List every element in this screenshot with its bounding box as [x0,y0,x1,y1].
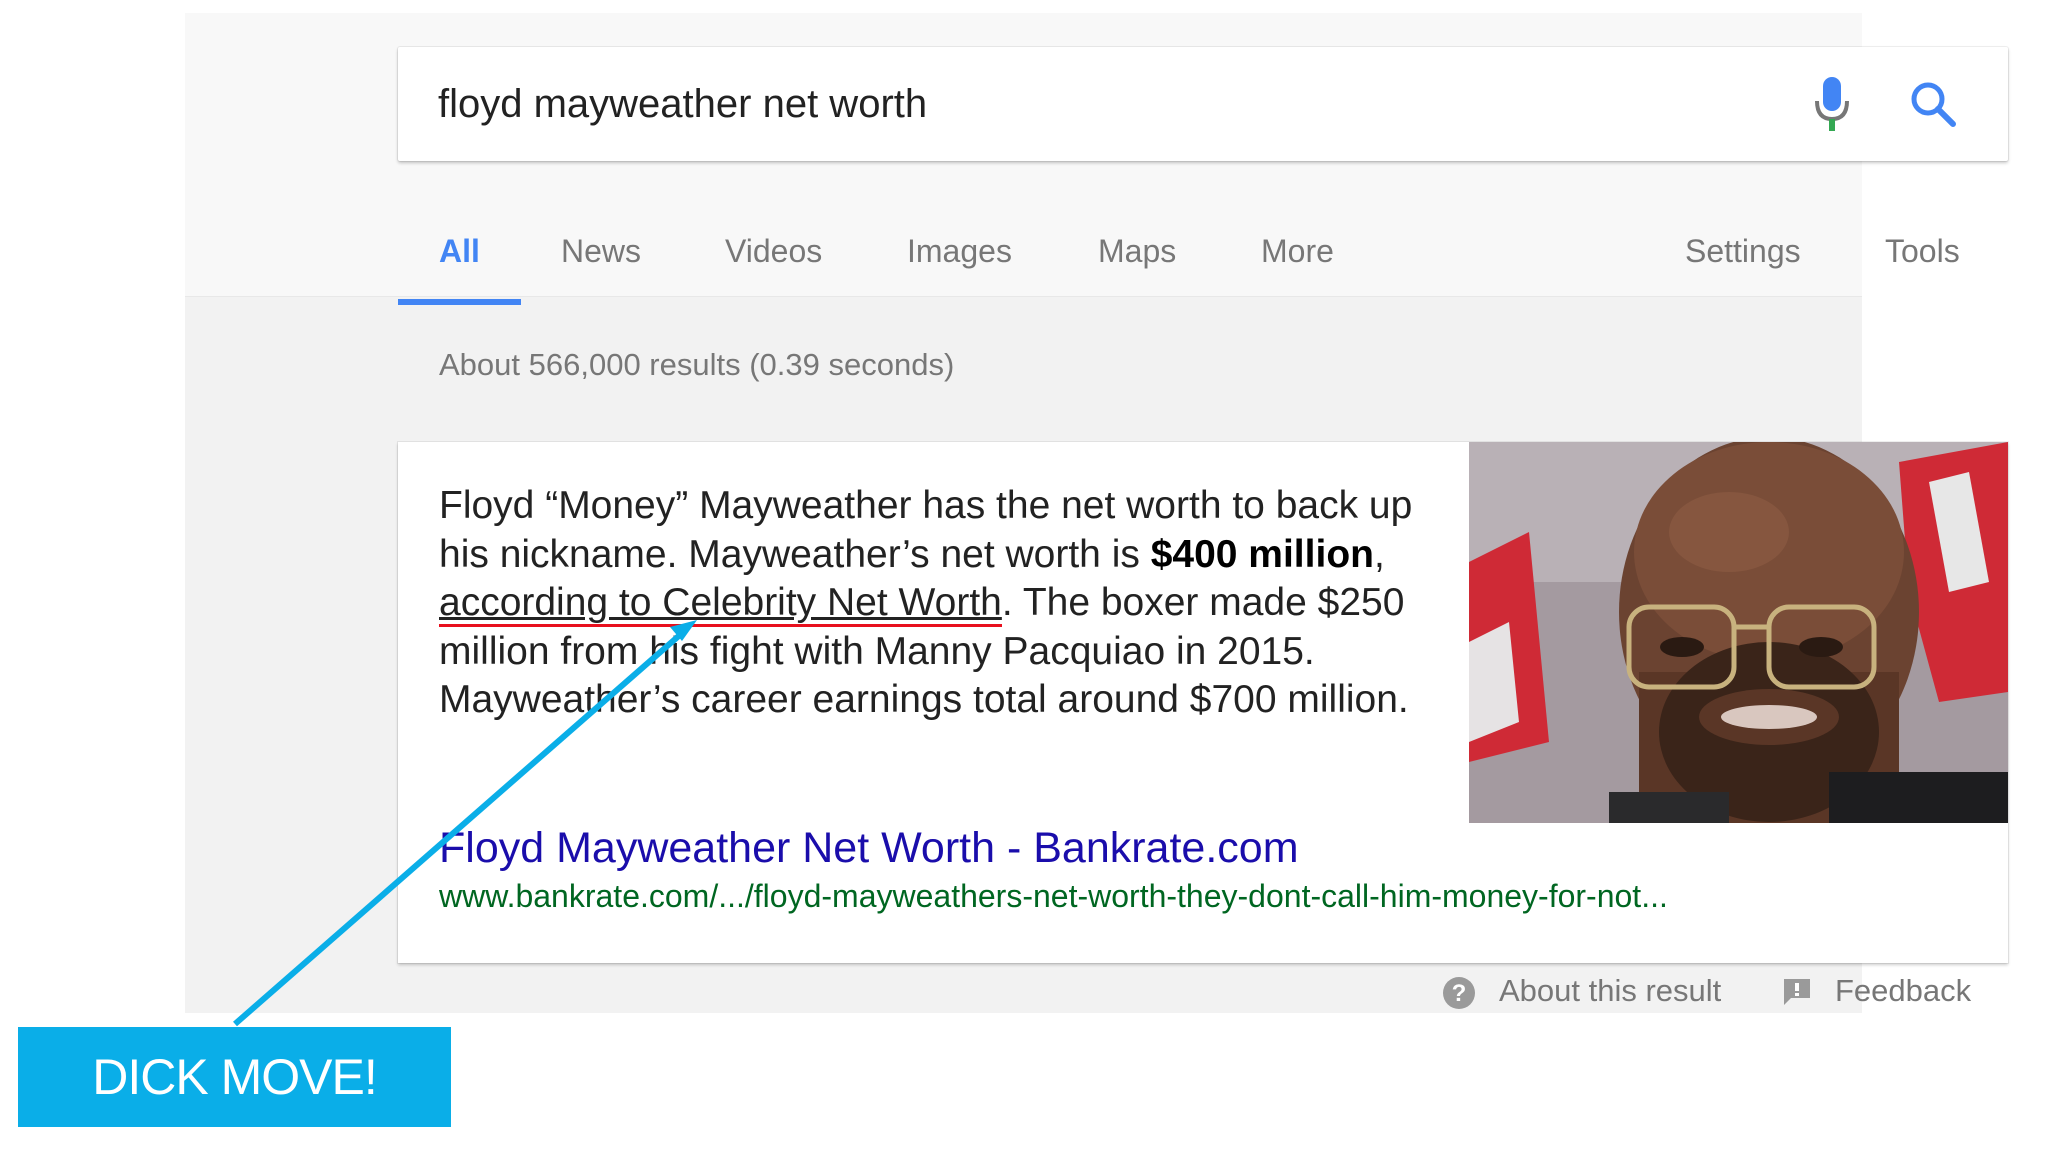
about-this-result-link[interactable]: About this result [1499,968,1721,1014]
callout-label: DICK MOVE! [92,1049,377,1105]
tab-maps[interactable]: Maps [1098,223,1176,279]
feedback-flag-icon[interactable] [1781,976,1813,1008]
tab-settings[interactable]: Settings [1685,223,1801,279]
snippet-text: Floyd “Money” Mayweather has the net wor… [439,482,1439,725]
result-title-link[interactable]: Floyd Mayweather Net Worth - Bankrate.co… [439,820,1299,876]
svg-text:?: ? [1452,980,1467,1007]
tab-images[interactable]: Images [907,223,1012,279]
annotation-callout: DICK MOVE! [18,1027,451,1127]
snippet-source-phrase: according to Celebrity Net Worth [439,581,1002,627]
feedback-link[interactable]: Feedback [1835,968,1971,1014]
tab-videos[interactable]: Videos [725,223,822,279]
search-results-screenshot: floyd mayweather net worth All News Vide… [185,13,2008,1014]
featured-snippet-card: Floyd “Money” Mayweather has the net wor… [398,442,2008,963]
tab-more[interactable]: More [1261,223,1334,279]
microphone-icon[interactable] [1812,75,1852,133]
result-url: www.bankrate.com/.../floyd-mayweathers-n… [439,878,1668,914]
search-box[interactable]: floyd mayweather net worth [398,47,2008,161]
search-input[interactable]: floyd mayweather net worth [438,47,927,161]
result-stats: About 566,000 results (0.39 seconds) [439,347,955,382]
help-circle-icon[interactable]: ? [1441,975,1477,1011]
snippet-text-part: , [1373,532,1385,576]
active-tab-indicator [398,299,521,305]
search-icon[interactable] [1908,79,1958,129]
tab-all[interactable]: All [439,223,480,279]
tab-news[interactable]: News [561,223,641,279]
snippet-net-worth-value: $400 million [1150,532,1374,576]
tab-tools[interactable]: Tools [1885,223,1960,279]
portrait-photo[interactable] [1469,442,2008,823]
